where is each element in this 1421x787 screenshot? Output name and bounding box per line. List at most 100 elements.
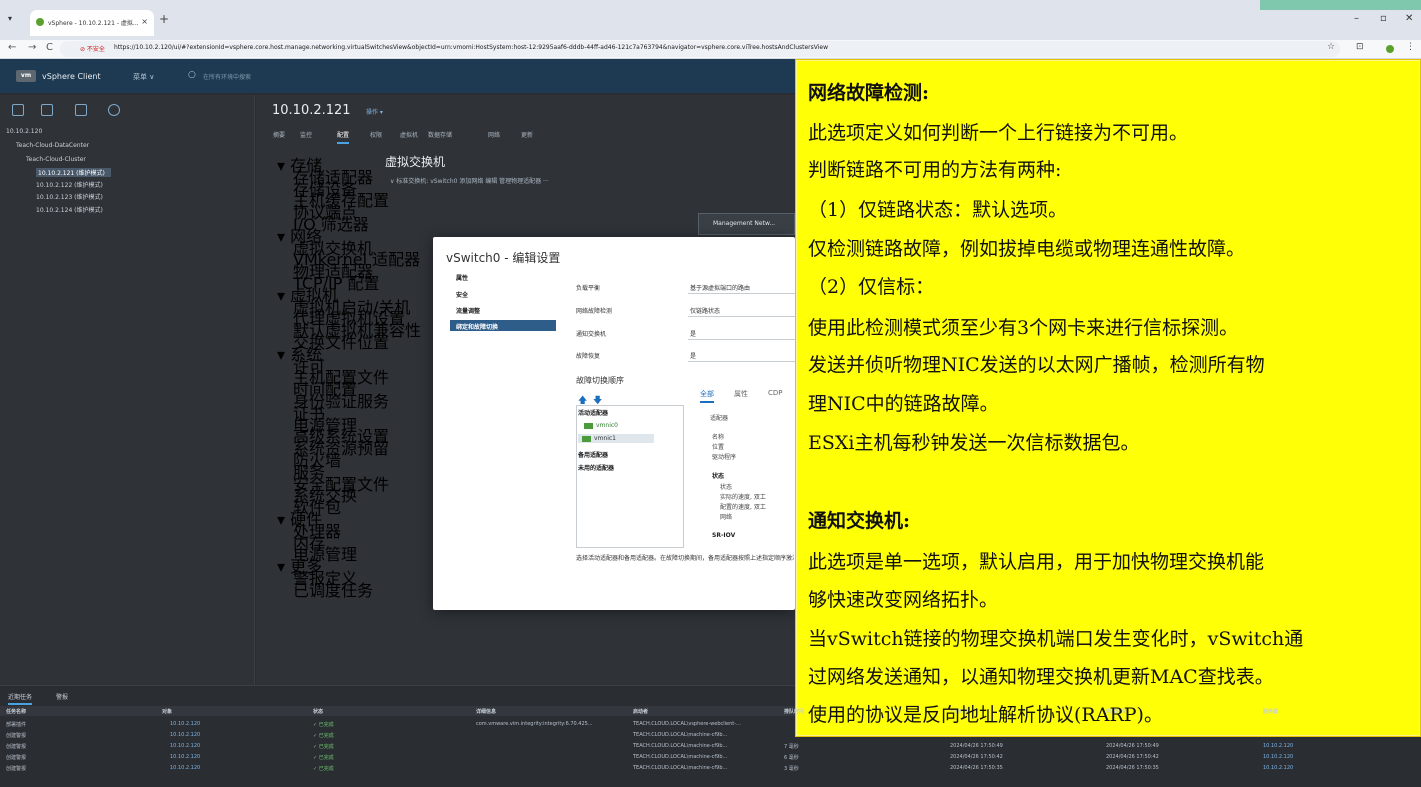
detail-row: SR-IOV (712, 532, 736, 539)
url-text[interactable]: https://10.10.2.120/ui/#?extensionId=vsp… (114, 44, 828, 51)
hosts-clusters-icon[interactable] (12, 104, 24, 116)
host-tab[interactable]: 数据存储 (428, 130, 452, 139)
tree-item[interactable]: 10.10.2.123 (维护模式) (36, 192, 103, 201)
tab-title: vSphere - 10.10.2.121 - 虚拟... (48, 20, 139, 27)
dialog-help-text: 选择活动适配器和备用适配器。在故障切换期间，备用适配器按照上述指定顺序激活。 (576, 555, 794, 562)
host-tab[interactable]: 更新 (521, 130, 533, 139)
standby-adapters-label: 备用适配器 (578, 452, 609, 459)
tree-item[interactable]: 10.10.2.121 (维护模式) (36, 168, 111, 177)
tab-recent-tasks[interactable]: 近期任务 (8, 692, 33, 705)
host-tab[interactable]: 网络 (488, 130, 500, 139)
field-underline (688, 293, 795, 294)
minimize-icon[interactable]: – (1354, 13, 1359, 24)
field-value[interactable]: 仅链路状态 (690, 306, 720, 315)
field-value[interactable]: 是 (690, 351, 696, 360)
new-tab-button[interactable]: + (159, 12, 169, 26)
browser-menu-icon[interactable]: ⋮ (1406, 42, 1415, 52)
task-cell[interactable]: 10.10.2.120 (1263, 754, 1293, 760)
vsphere-favicon-icon (36, 18, 44, 26)
task-cell: TEACH.CLOUD.LOCAL\machine-cf9b... (633, 743, 728, 749)
tree-item[interactable]: 10.10.2.120 (6, 128, 42, 135)
task-cell[interactable]: 10.10.2.120 (170, 743, 200, 749)
main-menu[interactable]: 菜单 ∨ (133, 72, 154, 82)
tree-item[interactable]: 10.10.2.122 (维护模式) (36, 180, 103, 189)
task-cell: 2024/04/26 17:50:49 (950, 743, 1003, 749)
task-cell[interactable]: 10.10.2.120 (170, 732, 200, 738)
nav-properties[interactable]: 属性 (456, 273, 468, 282)
insecure-badge[interactable]: ⊘ 不安全 (80, 44, 105, 53)
bookmark-star-icon[interactable]: ☆ (1327, 42, 1335, 52)
task-cell: ✓ 已完成 (313, 722, 334, 728)
vms-templates-icon[interactable] (41, 104, 53, 116)
host-tab[interactable]: 摘要 (273, 130, 285, 139)
vswitch-toolbar[interactable]: ∨ 标准交换机: vSwitch0 添加网络 编辑 管理物理适配器 ··· (390, 176, 549, 185)
tree-item[interactable]: 10.10.2.124 (维护模式) (36, 205, 103, 214)
detail-tab-properties[interactable]: 属性 (734, 389, 748, 399)
task-cell: ✓ 已完成 (313, 766, 334, 772)
column-header[interactable]: 状态 (313, 708, 323, 715)
task-cell: 2024/04/26 17:50:35 (1106, 765, 1159, 771)
field-underline (688, 316, 795, 317)
column-header[interactable]: 服务器 (1263, 708, 1278, 715)
app-name[interactable]: vSphere Client (42, 72, 101, 81)
column-header[interactable]: 详细信息 (476, 708, 496, 715)
task-cell: TEACH.CLOUD.LOCAL\machine-cf9b... (633, 765, 728, 771)
close-tab-icon[interactable]: × (141, 17, 148, 26)
back-icon[interactable]: ← (8, 42, 16, 53)
management-network-card[interactable]: Management Netw... (698, 213, 795, 235)
note-line: 此选项是单一选项，默认启用，用于加快物理交换机能 (808, 551, 1265, 573)
close-window-icon[interactable]: ✕ (1405, 13, 1413, 24)
task-cell[interactable]: 10.10.2.120 (1263, 743, 1293, 749)
storage-icon[interactable] (75, 104, 87, 116)
field-value[interactable]: 基于源虚拟端口的路由 (690, 283, 750, 292)
detail-tab-all[interactable]: 全部 (700, 389, 714, 403)
nav-teaming-failover[interactable]: 绑定和故障切换 (450, 320, 556, 331)
host-tab[interactable]: 监控 (300, 130, 312, 139)
note-line: （2）仅信标： (808, 276, 935, 298)
networking-icon[interactable] (108, 104, 120, 116)
task-cell: ✓ 已完成 (313, 755, 334, 761)
host-tab[interactable]: 权限 (370, 130, 382, 139)
search-icon[interactable]: ○ (188, 70, 196, 80)
note-line: 仅检测链路故障，例如拔掉电缆或物理连通性故障。 (808, 238, 1246, 260)
task-cell[interactable]: 10.10.2.120 (170, 721, 200, 727)
task-cell: 部署插件 (6, 722, 27, 728)
task-cell[interactable]: 10.10.2.120 (1263, 765, 1293, 771)
task-cell: 2024/04/26 17:50:42 (1106, 754, 1159, 760)
decor-strip (1260, 0, 1421, 10)
browser-tab[interactable]: vSphere - 10.10.2.121 - 虚拟... × (30, 10, 154, 36)
detail-row: 状态 (720, 484, 733, 491)
task-cell[interactable]: 10.10.2.120 (170, 765, 200, 771)
forward-icon[interactable]: → (28, 42, 36, 53)
field-value[interactable]: 是 (690, 329, 696, 338)
task-cell[interactable]: 10.10.2.120 (170, 754, 200, 760)
tree-item[interactable]: Teach-Cloud-DataCenter (16, 142, 89, 149)
unused-adapters-label: 未用的适配器 (578, 465, 615, 472)
column-header[interactable]: 启动者 (633, 708, 648, 715)
extensions-icon[interactable]: ⊡ (1356, 42, 1364, 52)
detail-tab-cdp[interactable]: CDP (768, 389, 783, 397)
tab-alarms[interactable]: 警报 (56, 692, 68, 701)
profile-avatar[interactable] (1386, 45, 1394, 53)
config-item[interactable]: 已调度任务 (293, 577, 373, 601)
reload-icon[interactable]: C (46, 42, 53, 53)
column-header[interactable]: 排队时间 (784, 708, 804, 715)
task-cell: TEACH.CLOUD.LOCAL\machine-cf9b... (633, 754, 728, 760)
nav-security[interactable]: 安全 (456, 290, 468, 299)
column-header[interactable]: 任务名称 (6, 708, 26, 715)
host-tab[interactable]: 虚拟机 (400, 130, 418, 139)
global-search-input[interactable]: 在所有环境中搜索 (203, 72, 251, 81)
note-line: 够快速改变网络拓扑。 (808, 589, 999, 611)
nic-icon (584, 422, 593, 429)
nic-vmnic0[interactable]: vmnic0 (584, 422, 618, 429)
tree-item[interactable]: Teach-Cloud-Cluster (26, 156, 86, 163)
column-header[interactable]: 对象 (162, 708, 172, 715)
nic-vmnic1[interactable]: vmnic1 (578, 434, 654, 443)
tab-list-icon[interactable]: ▾ (8, 14, 12, 23)
actions-menu[interactable]: 操作 ▾ (366, 107, 383, 116)
host-tab[interactable]: 配置 (337, 130, 350, 144)
nav-traffic-shaping[interactable]: 流量调整 (456, 306, 480, 315)
maximize-icon[interactable]: ▫ (1380, 13, 1387, 24)
note-line: 过网络发送通知，以通知物理交换机更新MAC查找表。 (808, 666, 1274, 688)
vswitch-title: 虚拟交换机 (385, 155, 446, 169)
